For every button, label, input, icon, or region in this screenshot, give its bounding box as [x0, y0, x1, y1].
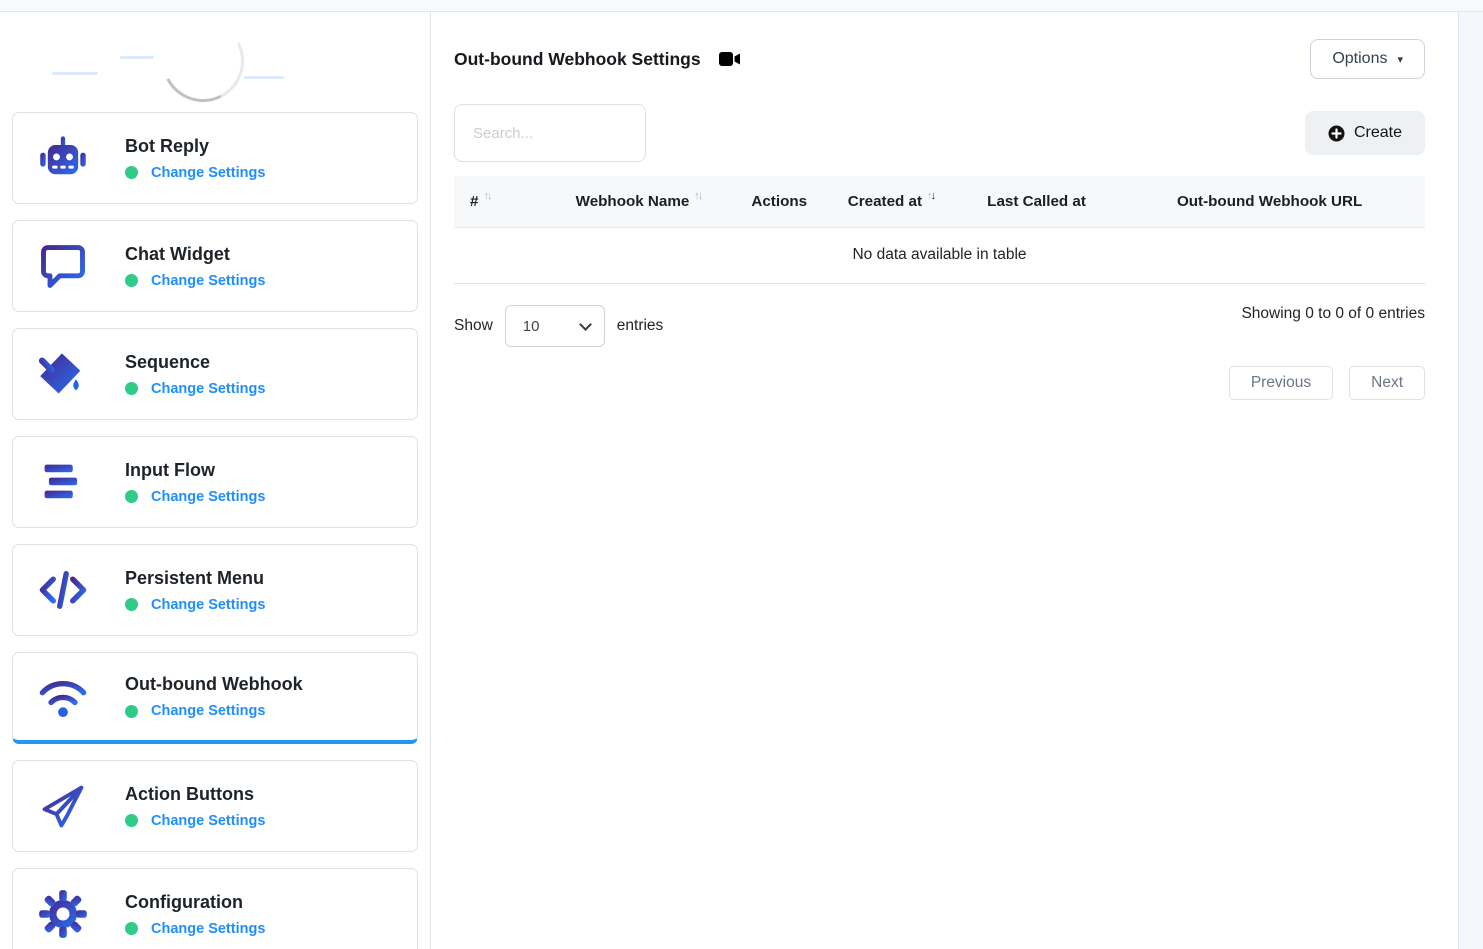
status-dot: [125, 705, 138, 718]
show-label: Show: [454, 317, 493, 335]
sidebar-item-label: Sequence: [125, 352, 265, 373]
sidebar-item-label: Input Flow: [125, 460, 265, 481]
sidebar-item-chat-widget[interactable]: Chat Widget Change Settings: [12, 220, 418, 312]
change-settings-link[interactable]: Change Settings: [151, 165, 265, 181]
page-title: Out-bound Webhook Settings: [454, 49, 701, 70]
sort-icon-active-desc: ↑↓: [927, 190, 934, 202]
settings-sidebar: Bot Reply Change Settings Chat Widget: [0, 12, 431, 949]
status-dot: [125, 922, 138, 935]
plus-circle-icon: [1328, 125, 1345, 142]
next-button[interactable]: Next: [1349, 366, 1425, 400]
options-button[interactable]: Options ▾: [1310, 39, 1425, 79]
main-content: Out-bound Webhook Settings Options ▾: [431, 12, 1483, 949]
gear-icon: [35, 886, 91, 942]
video-camera-icon[interactable]: [719, 51, 741, 67]
sidebar-item-label: Action Buttons: [125, 784, 265, 805]
column-header-index[interactable]: #↑↓: [454, 176, 541, 228]
column-header-created-at[interactable]: Created at↑↓: [823, 176, 959, 228]
sidebar-item-label: Out-bound Webhook: [125, 674, 303, 695]
bars-icon: [35, 454, 91, 510]
change-settings-link[interactable]: Change Settings: [151, 489, 265, 505]
change-settings-link[interactable]: Change Settings: [151, 921, 265, 937]
logo: [12, 12, 418, 112]
sidebar-item-action-buttons[interactable]: Action Buttons Change Settings: [12, 760, 418, 852]
sidebar-item-persistent-menu[interactable]: Persistent Menu Change Settings: [12, 544, 418, 636]
paper-plane-icon: [35, 778, 91, 834]
entries-label: entries: [617, 317, 664, 335]
logo-arc: [151, 12, 254, 113]
status-dot: [125, 490, 138, 503]
robot-icon: [35, 130, 91, 186]
sidebar-item-sequence[interactable]: Sequence Change Settings: [12, 328, 418, 420]
options-button-label: Options: [1332, 50, 1387, 68]
webhooks-table: #↑↓ Webhook Name↑↓ Actions Created at↑↓ …: [454, 176, 1425, 284]
empty-message: No data available in table: [454, 228, 1425, 284]
logo-fragment: [244, 76, 284, 79]
logo-fragment: [120, 56, 154, 59]
logo-fragment: [52, 72, 98, 75]
change-settings-link[interactable]: Change Settings: [151, 597, 265, 613]
top-accent-bar: [0, 0, 1483, 12]
column-header-actions: Actions: [736, 176, 823, 228]
sort-icon: ↑↓: [483, 190, 490, 202]
column-header-webhook-name[interactable]: Webhook Name↑↓: [541, 176, 735, 228]
sidebar-item-label: Configuration: [125, 892, 265, 913]
sidebar-item-label: Chat Widget: [125, 244, 265, 265]
status-dot: [125, 274, 138, 287]
table-header-row: #↑↓ Webhook Name↑↓ Actions Created at↑↓ …: [454, 176, 1425, 228]
sidebar-item-bot-reply[interactable]: Bot Reply Change Settings: [12, 112, 418, 204]
code-icon: [35, 562, 91, 618]
chat-bubble-icon: [35, 238, 91, 294]
previous-button[interactable]: Previous: [1229, 366, 1333, 400]
empty-row: No data available in table: [454, 228, 1425, 284]
page-size-select[interactable]: 10: [505, 305, 605, 347]
entries-summary: Showing 0 to 0 of 0 entries: [1241, 305, 1425, 323]
sidebar-item-input-flow[interactable]: Input Flow Change Settings: [12, 436, 418, 528]
search-input[interactable]: [454, 104, 646, 162]
column-header-last-called-at: Last Called at: [959, 176, 1114, 228]
status-dot: [125, 166, 138, 179]
paint-bucket-icon: [35, 346, 91, 402]
sidebar-item-configuration[interactable]: Configuration Change Settings: [12, 868, 418, 949]
sidebar-item-outbound-webhook[interactable]: Out-bound Webhook Change Settings: [12, 652, 418, 744]
status-dot: [125, 382, 138, 395]
sort-icon: ↑↓: [694, 190, 701, 202]
change-settings-link[interactable]: Change Settings: [151, 273, 265, 289]
caret-down-icon: ▾: [1397, 53, 1403, 66]
column-header-url: Out-bound Webhook URL: [1114, 176, 1425, 228]
create-button-label: Create: [1354, 124, 1402, 142]
change-settings-link[interactable]: Change Settings: [151, 381, 265, 397]
change-settings-link[interactable]: Change Settings: [151, 703, 265, 719]
wifi-icon: [35, 669, 91, 725]
create-button[interactable]: Create: [1305, 111, 1425, 155]
page-background-strip: [1458, 12, 1483, 949]
sidebar-item-label: Persistent Menu: [125, 568, 265, 589]
status-dot: [125, 814, 138, 827]
sidebar-item-label: Bot Reply: [125, 136, 265, 157]
change-settings-link[interactable]: Change Settings: [151, 813, 265, 829]
status-dot: [125, 598, 138, 611]
